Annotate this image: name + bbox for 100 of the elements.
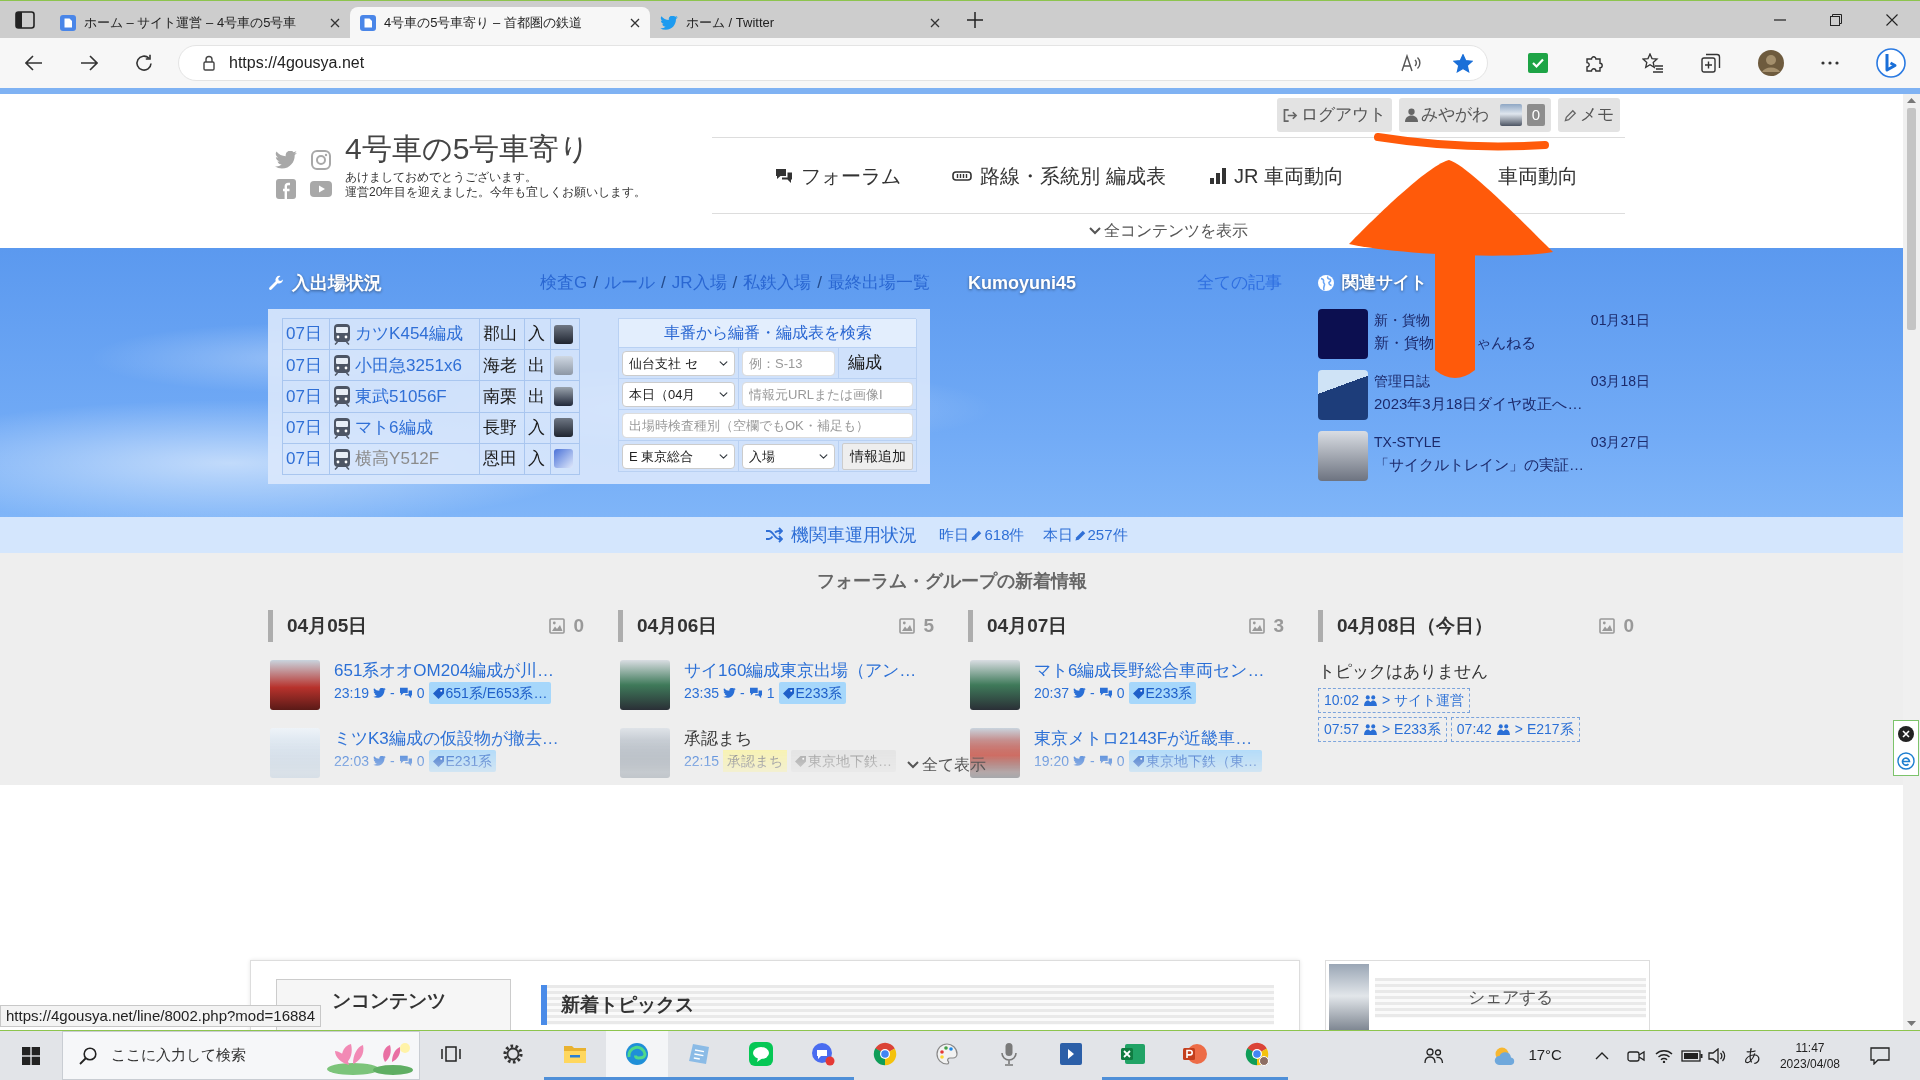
read-aloud-icon[interactable] (1401, 54, 1423, 72)
tag-chip[interactable]: 651系/E653系… (428, 682, 552, 704)
blog-author: Kumoyuni45 (968, 271, 1077, 295)
task-view-icon (440, 1045, 462, 1063)
topic-link[interactable]: 651系オオOM204編成が川… (334, 660, 555, 682)
notification-icon[interactable] (1870, 1046, 1890, 1065)
restore-icon[interactable] (1830, 13, 1842, 26)
topic-link[interactable]: サイ160編成東京出場（アン… (684, 660, 917, 682)
reload-icon[interactable] (135, 54, 153, 72)
date-select[interactable]: 本日（04月 (622, 381, 735, 407)
scroll-up-icon[interactable] (1907, 98, 1916, 103)
article-link[interactable]: ゃんねる (1476, 330, 1536, 356)
tag-icon (432, 755, 444, 767)
forward-icon[interactable] (80, 55, 98, 71)
user-button[interactable]: みやがわ 0 (1398, 98, 1551, 132)
scroll-down-icon[interactable] (1907, 1021, 1916, 1026)
source-url-field[interactable]: 情報元URLまたは画像I (742, 381, 913, 407)
tagline: あけましておめでとうございます。 運営20年目を迎えました。今年も宜しくお願いします。 (345, 170, 647, 200)
locomotive-link[interactable]: 機関車運用状況 (791, 521, 918, 549)
tweet-count: - (1090, 752, 1095, 771)
search-field[interactable]: ここに入力して検索 (62, 1031, 420, 1080)
topic-link[interactable]: 東京メトロ2143Fが近畿車… (1034, 728, 1262, 750)
comment-count: 0 (1116, 752, 1125, 771)
check-square-icon[interactable] (1528, 53, 1548, 73)
train-car-icon (952, 170, 972, 181)
circle-logo-icon[interactable] (1897, 752, 1915, 770)
close-circle-icon[interactable] (1898, 726, 1914, 742)
sidebar-logo-icon[interactable] (1876, 48, 1906, 78)
back-icon[interactable] (25, 55, 43, 71)
edit-count-link[interactable]: 本日 257件 (1042, 523, 1128, 547)
photo-thumbnail (620, 728, 670, 778)
start-icon[interactable] (22, 1046, 40, 1065)
topic-link[interactable]: マト6編成長野総合車両セン… (1034, 660, 1265, 682)
station-name: 長野 (479, 412, 525, 444)
activity-link[interactable]: 07:42 > E217系 (1450, 717, 1580, 742)
star-list-icon[interactable] (1642, 53, 1664, 73)
clock[interactable]: 11:47 2023/04/08 (1779, 1039, 1840, 1072)
branch-select[interactable]: 仙台支社 セ (622, 350, 735, 376)
battery-icon[interactable] (1680, 1049, 1703, 1062)
nav-link[interactable]: 路線・系統別 編成表 (952, 160, 1166, 191)
memo-button[interactable]: メモ (1558, 98, 1620, 132)
tag-chip[interactable]: E233系 (1128, 682, 1197, 704)
nav-link[interactable]: フォーラム (775, 160, 901, 191)
chat-bubbles-icon (775, 167, 793, 184)
people-icon[interactable] (1424, 1047, 1445, 1064)
show-all-link[interactable]: 全コンテンツを表示 (1089, 219, 1248, 243)
add-info-button[interactable]: 情報追加 (842, 442, 913, 470)
activity-link[interactable]: 10:02 > サイト運営 (1318, 688, 1471, 713)
share-label: シェアする (1468, 987, 1553, 1010)
input-mode-indicator[interactable]: あ (1743, 1042, 1761, 1069)
avatar-icon[interactable] (1758, 50, 1784, 76)
event-select[interactable]: 入場 (742, 443, 835, 469)
car-number-field[interactable]: 例：S-13 (742, 350, 835, 376)
scrollbar-thumb[interactable] (1907, 108, 1916, 330)
browser-tab[interactable]: ホーム – サイト運営 – 4号車の5号車 (50, 7, 350, 38)
palette-icon (935, 1042, 959, 1066)
tag-chip[interactable]: 東京地下鉄（東… (1128, 750, 1262, 772)
speaker-icon[interactable] (1707, 1047, 1726, 1064)
tag-chip[interactable]: E233系 (778, 682, 847, 704)
collections-icon[interactable] (1701, 53, 1721, 73)
article-link[interactable]: 「サイクルトレイン」の実証… (1374, 452, 1584, 478)
tab-actions-icon[interactable] (15, 10, 35, 29)
train-front-icon (333, 354, 352, 377)
folder-icon (563, 1044, 587, 1064)
article-link[interactable]: 新・貨物 (1374, 330, 1434, 356)
topic-link[interactable]: ミツK3編成の仮設物が撤去… (334, 728, 559, 750)
temperature[interactable]: 17°C (1528, 1044, 1562, 1067)
nav-link[interactable]: JR 車両動向 (1210, 160, 1344, 191)
browser-tab[interactable]: ホーム / Twitter (650, 7, 950, 38)
browser-tab[interactable]: 4号車の5号車寄り – 首都圏の鉄道 (350, 7, 650, 38)
article-link[interactable]: 2023年3月18日ダイヤ改正へ… (1374, 391, 1583, 417)
nav-link[interactable]: 車両動向 (1498, 160, 1578, 191)
page-icon (60, 14, 76, 31)
inspection-type-field[interactable]: 出場時検査種別（空欄でもOK・補足も） (622, 412, 913, 438)
minimize-icon[interactable] (1774, 18, 1786, 21)
train-front-icon (333, 447, 352, 470)
close-icon[interactable] (930, 17, 940, 28)
favorite-star-icon[interactable] (1453, 53, 1473, 73)
activity-link[interactable]: 07:57 > E233系 (1318, 717, 1447, 742)
address-bar[interactable]: https://4gousya.net (178, 45, 1488, 81)
logout-button[interactable]: ログアウト (1276, 98, 1392, 132)
user-photo (1499, 104, 1522, 126)
plus-icon[interactable] (967, 11, 983, 28)
close-icon[interactable] (330, 17, 340, 28)
chevron-up-icon[interactable] (1594, 1051, 1609, 1060)
show-all-link[interactable]: 全て表示 (907, 753, 986, 777)
close-icon[interactable] (630, 17, 640, 28)
works-select[interactable]: E 東京総合 (622, 443, 735, 469)
edit-count-link[interactable]: 昨日 618件 (939, 523, 1025, 547)
bird-icon (1073, 756, 1087, 766)
more-icon[interactable] (1821, 61, 1839, 65)
post-time: 19:20 (1034, 752, 1070, 771)
photo-thumbnail (970, 728, 1020, 778)
tweet-count: - (1090, 684, 1095, 703)
photo-thumbnail (1318, 370, 1368, 420)
close-icon[interactable] (1886, 13, 1898, 26)
puzzle-icon[interactable] (1585, 53, 1605, 73)
column-date: 04月06日 (637, 613, 718, 638)
video-camera-icon[interactable] (1626, 1048, 1645, 1063)
wifi-icon[interactable] (1654, 1048, 1673, 1063)
